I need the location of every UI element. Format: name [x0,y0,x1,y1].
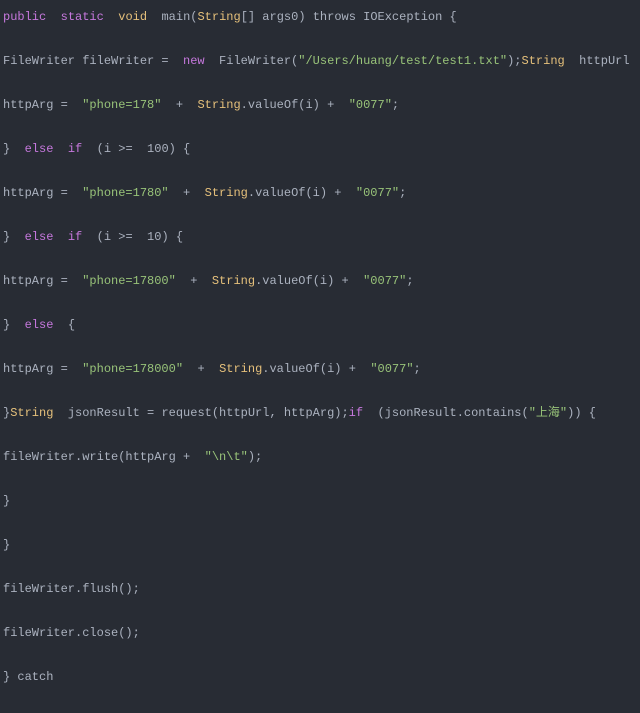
code-line: } else { [3,317,630,361]
code-token: else [24,318,54,332]
code-token: if [348,406,364,420]
code-token: "0077" [348,98,392,112]
code-token: httpArg = [3,362,83,376]
code-token: if [67,142,83,156]
code-line: fileWriter.write(httpArg + "\n\t"); [3,449,630,493]
code-token: } [3,230,25,244]
code-token: public [3,10,47,24]
code-token: fileWriter.close(); [3,626,140,640]
code-token: new [183,54,205,68]
code-token: .valueOf(i) + [240,98,349,112]
code-token: ; [413,362,421,376]
code-token: "phone=17800" [82,274,176,288]
code-token: + [175,274,212,288]
code-token: ; [399,186,407,200]
code-token: .valueOf(i) + [255,274,364,288]
code-token: } [3,142,25,156]
code-token: "/Users/huang/test/test1.txt" [298,54,508,68]
code-line: httpArg = "phone=178000" + String.valueO… [3,361,630,405]
code-token: String [204,186,248,200]
code-token: + [161,98,198,112]
code-line: } catch [3,669,630,713]
code-line: httpArg = "phone=178" + String.valueOf(i… [3,97,630,141]
code-line: FileWriter fileWriter = new FileWriter("… [3,53,630,97]
code-token: else [24,230,54,244]
code-line: }String jsonResult = request(httpUrl, ht… [3,405,630,449]
code-token: String [197,10,241,24]
code-token: fileWriter.write(httpArg + [3,450,205,464]
code-token: jsonResult = request(httpUrl, httpArg); [53,406,349,420]
code-token: "0077" [363,274,407,288]
code-token: String [197,98,241,112]
code-token: "上海" [528,406,568,420]
code-token: String [521,54,565,68]
code-token: "phone=1780" [82,186,169,200]
code-token: .valueOf(i) + [262,362,371,376]
code-token: ; [406,274,414,288]
code-token: fileWriter.flush(); [3,582,140,596]
code-token: main( [147,10,198,24]
code-token: (i >= 10) { [82,230,184,244]
code-token: + [168,186,205,200]
code-token: else [24,142,54,156]
code-token: "0077" [370,362,414,376]
code-token: "0077" [355,186,400,200]
code-token: httpArg = [3,186,83,200]
code-token: String [219,362,263,376]
code-token: [] args0) throws IOException { [240,10,457,24]
code-token: } [3,494,11,508]
code-token: void [118,10,148,24]
code-line: public static void main(String[] args0) … [3,9,630,53]
code-token: ); [247,450,263,464]
code-token: ; [391,98,400,112]
code-token: String [10,406,54,420]
code-token: } [3,318,25,332]
code-token: .valueOf(i) + [247,186,356,200]
code-line: httpArg = "phone=1780" + String.valueOf(… [3,185,630,229]
code-token: "phone=178" [82,98,162,112]
code-token: httpArg = [3,98,83,112]
code-line: } else if (i >= 100) { [3,141,630,185]
code-editor[interactable]: public static void main(String[] args0) … [3,9,630,713]
code-token: { [53,318,76,332]
code-token: if [67,230,83,244]
code-token: "\n\t" [204,450,248,464]
code-token: } catch [3,670,54,684]
code-token: static [60,10,104,24]
code-token: (i >= 100) { [82,142,191,156]
code-token: httpArg = [3,274,83,288]
code-token: )) { [567,406,596,420]
code-line: } else if (i >= 10) { [3,229,630,273]
code-token: (jsonResult.contains( [363,406,529,420]
code-line: } [3,537,630,581]
code-line: httpArg = "phone=17800" + String.valueOf… [3,273,630,317]
code-line: fileWriter.close(); [3,625,630,669]
code-token: "phone=178000" [82,362,184,376]
code-token: FileWriter fileWriter = [3,54,184,68]
code-line: fileWriter.flush(); [3,581,630,625]
code-token: + [183,362,220,376]
code-token: } [3,538,11,552]
code-line: } [3,493,630,537]
code-token: ); [507,54,522,68]
code-token: httpUrl [564,54,630,68]
code-token: FileWriter( [204,54,299,68]
code-token: String [211,274,256,288]
